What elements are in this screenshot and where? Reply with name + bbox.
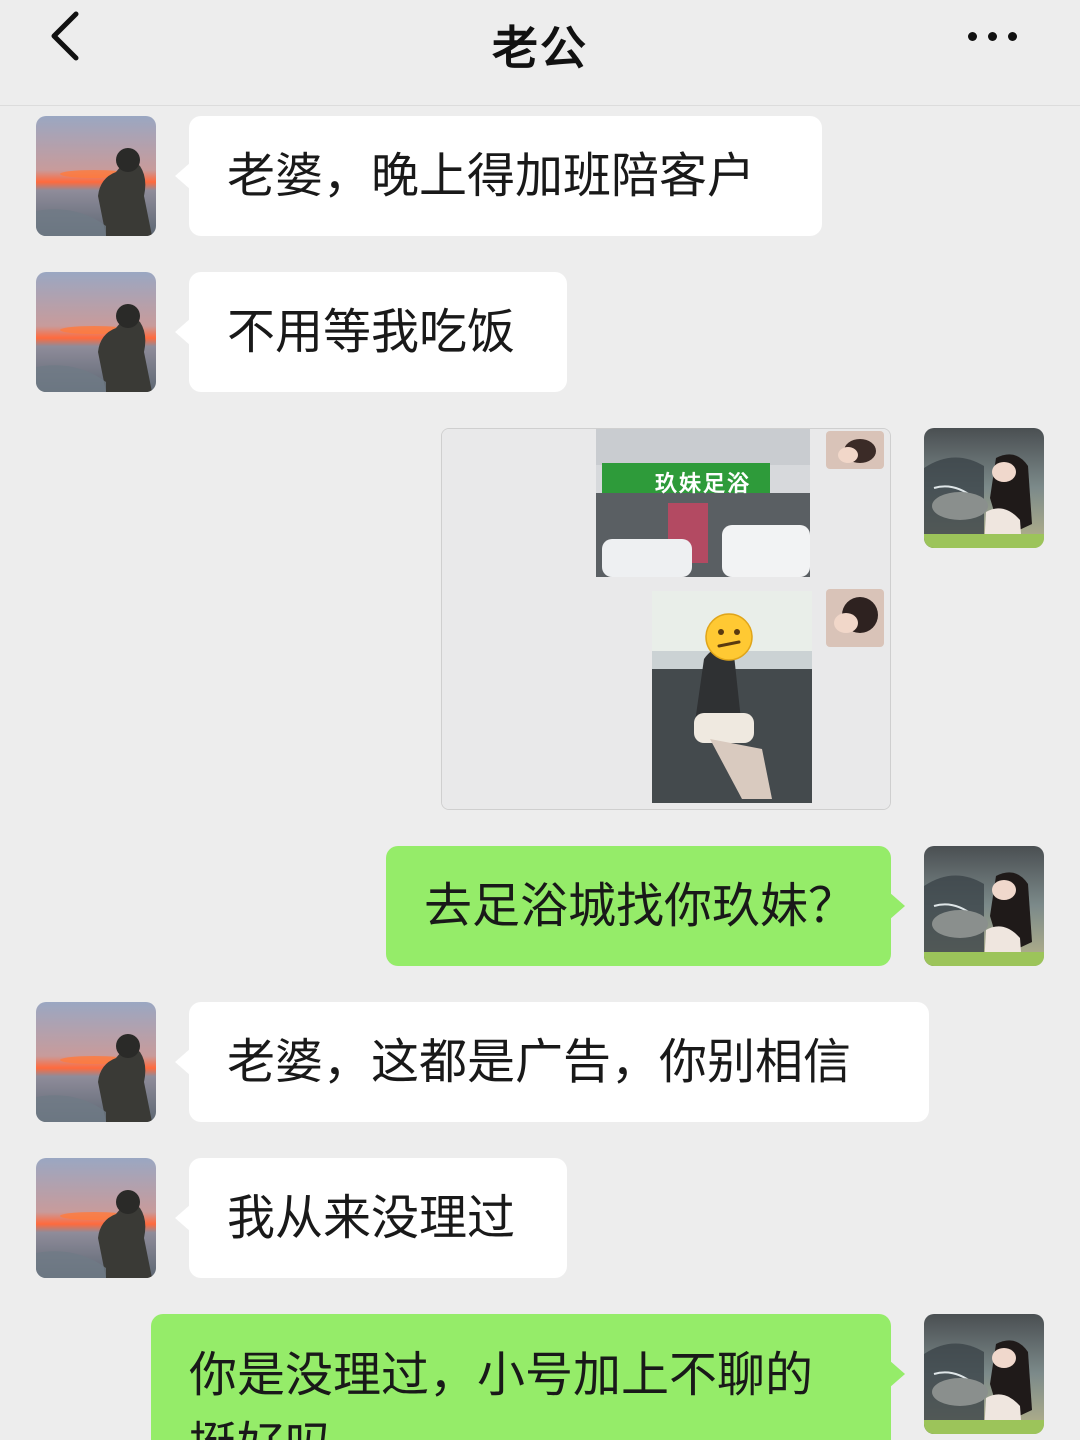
chat-title: 老公 (492, 21, 588, 75)
message-bubble-outgoing[interactable]: 去足浴城找你玖妹？ (386, 846, 905, 966)
storefront-sign: 玖妹足浴 (655, 471, 752, 497)
confused-face-emoji (705, 613, 753, 661)
message-bubble-incoming[interactable]: 老婆，这都是广告，你别相信 (175, 1002, 929, 1122)
chat-header: 老公 (0, 0, 1080, 106)
more-options-button[interactable] (952, 14, 1032, 58)
message-bubble-incoming[interactable]: 我从来没理过 (175, 1158, 567, 1278)
more-horizontal-icon (967, 31, 977, 41)
my-avatar[interactable] (924, 1314, 1044, 1434)
contact-avatar[interactable] (36, 272, 156, 392)
contact-avatar[interactable] (36, 1158, 156, 1278)
contact-avatar[interactable] (36, 1002, 156, 1122)
my-avatar[interactable] (924, 428, 1044, 548)
message-bubble-incoming[interactable]: 不用等我吃饭 (175, 272, 567, 392)
storefront-photo (596, 429, 810, 577)
message-bubble-outgoing[interactable]: 你是没理过，小号加上不聊的挺好吗 (151, 1314, 905, 1440)
my-avatar[interactable] (924, 846, 1044, 966)
contact-avatar[interactable] (36, 116, 156, 236)
message-bubble-incoming[interactable]: 老婆，晚上得加班陪客户 (175, 116, 822, 236)
